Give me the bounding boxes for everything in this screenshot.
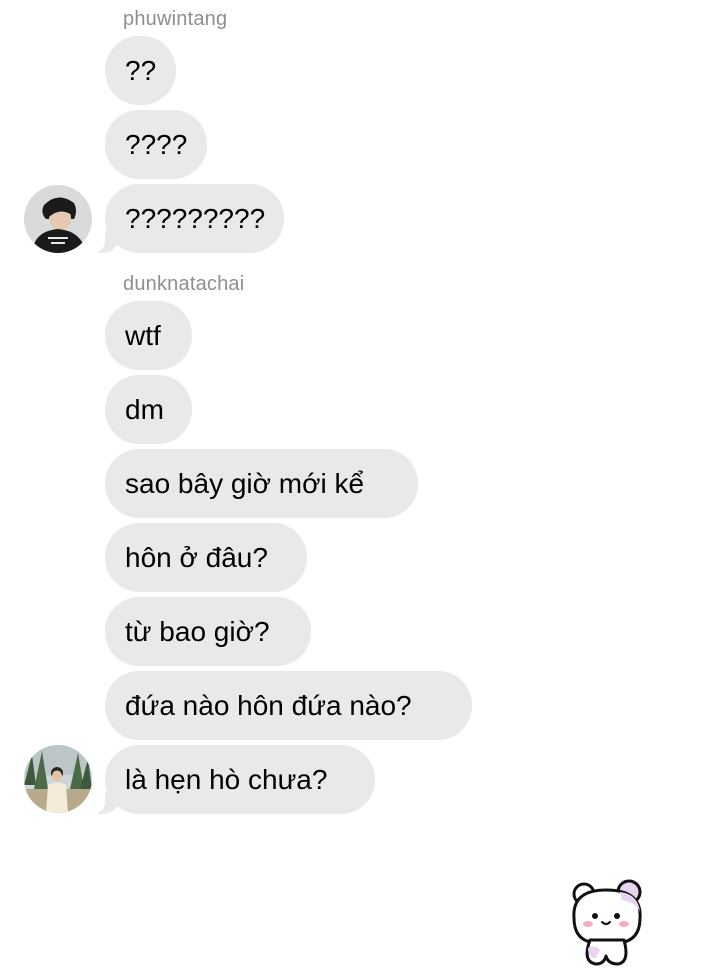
bear-sticker-icon bbox=[566, 878, 648, 970]
message-text: ???? bbox=[125, 128, 188, 160]
message-text: hôn ở đâu? bbox=[125, 541, 268, 573]
message-bubble[interactable]: wtf bbox=[105, 301, 192, 370]
message-bubble[interactable]: đứa nào hôn đứa nào? bbox=[105, 671, 472, 740]
message-text: từ bao giờ? bbox=[125, 615, 270, 647]
message-bubble[interactable]: dm bbox=[105, 375, 192, 444]
avatar[interactable] bbox=[24, 745, 92, 813]
sender-name: dunknatachai bbox=[123, 273, 245, 295]
message-text: ????????? bbox=[125, 202, 266, 234]
message-text: là hẹn hò chưa? bbox=[125, 763, 328, 795]
message-text: wtf bbox=[125, 319, 161, 351]
message-bubble[interactable]: hôn ở đâu? bbox=[105, 523, 307, 592]
message-bubble[interactable]: ?? bbox=[105, 36, 176, 105]
message-bubble[interactable]: là hẹn hò chưa? bbox=[93, 745, 375, 814]
message-bubble[interactable]: ???? bbox=[105, 110, 207, 179]
message-bubble[interactable]: sao bây giờ mới kể bbox=[105, 449, 418, 518]
message-text: đứa nào hôn đứa nào? bbox=[125, 689, 412, 721]
avatar[interactable] bbox=[24, 185, 92, 253]
message-bubble[interactable]: ????????? bbox=[93, 184, 284, 253]
message-bubble[interactable]: từ bao giờ? bbox=[105, 597, 311, 666]
message-text: ?? bbox=[125, 54, 157, 86]
message-text: dm bbox=[125, 393, 164, 425]
dunknatachai-avatar-icon bbox=[24, 745, 92, 813]
phuwintang-avatar-icon bbox=[24, 185, 92, 253]
sender-name: phuwintang bbox=[123, 8, 228, 30]
message-text: sao bây giờ mới kể bbox=[125, 467, 365, 499]
